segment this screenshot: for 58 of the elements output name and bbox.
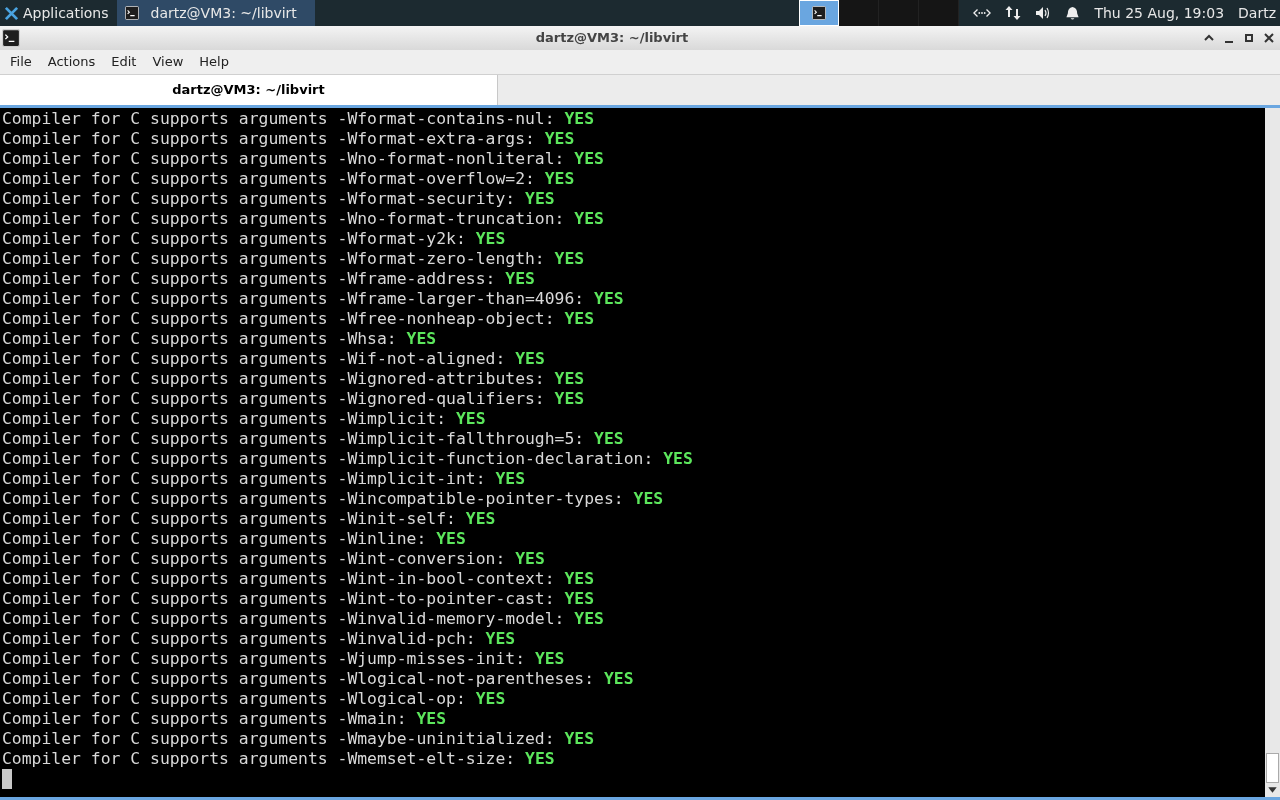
close-icon[interactable] — [1264, 33, 1274, 43]
taskbar-button[interactable]: dartz@VM3: ~/libvirt — [116, 0, 315, 26]
menu-item[interactable]: Edit — [103, 52, 145, 72]
x-logo-icon — [4, 5, 19, 21]
scrollbar[interactable] — [1265, 108, 1280, 797]
terminal-line: Compiler for C supports arguments -Wimplicit-int: YES — [2, 469, 525, 489]
terminal-line: Compiler for C supports arguments -Wint-in-bool-context: YES — [2, 569, 595, 589]
terminal-line: Compiler for C supports arguments -Wformat-zero-length: YES — [2, 249, 585, 269]
terminal-line: Compiler for C supports arguments -Wignored-attributes: YES — [2, 369, 585, 389]
shade-icon[interactable] — [1204, 33, 1214, 43]
terminal-icon — [812, 6, 827, 20]
terminal-line: Compiler for C supports arguments -Wint-to-pointer-cast: YES — [2, 589, 595, 609]
terminal-line: Compiler for C supports arguments -Winit-self: YES — [2, 509, 496, 529]
terminal-line: Compiler for C supports arguments -Wformat-extra-args: YES — [2, 129, 575, 149]
terminal-icon — [2, 29, 20, 47]
menu-item[interactable]: View — [144, 52, 192, 72]
clock[interactable]: Thu 25 Aug, 19:03 — [1094, 2, 1225, 24]
terminal-line: Compiler for C supports arguments -Wimplicit-fallthrough=5: YES — [2, 429, 624, 449]
applications-menu[interactable]: Applications — [0, 0, 113, 26]
terminal-line: Compiler for C supports arguments -Wmaybe-uninitialized: YES — [2, 729, 595, 749]
scrollbar-thumb[interactable] — [1266, 753, 1279, 783]
terminal-line: Compiler for C supports arguments -Wif-not-aligned: YES — [2, 349, 545, 369]
cursor — [2, 769, 12, 789]
user-name[interactable]: Dartz — [1238, 2, 1276, 24]
terminal-line: Compiler for C supports arguments -Wignored-qualifiers: YES — [2, 389, 585, 409]
terminal-line: Compiler for C supports arguments -Wincompatible-pointer-types: YES — [2, 489, 664, 509]
terminal-line: Compiler for C supports arguments -Wfree-nonheap-object: YES — [2, 309, 595, 329]
tab[interactable]: dartz@VM3: ~/libvirt — [0, 75, 498, 105]
terminal-line: Compiler for C supports arguments -Winvalid-pch: YES — [2, 629, 516, 649]
terminal-line: Compiler for C supports arguments -Wmemset-elt-size: YES — [2, 749, 555, 769]
terminal-line: Compiler for C supports arguments -Wno-format-truncation: YES — [2, 209, 604, 229]
menu-item[interactable]: File — [2, 52, 40, 72]
terminal-line: Compiler for C supports arguments -Wlogical-not-parentheses: YES — [2, 669, 634, 689]
bell-icon[interactable] — [1065, 5, 1081, 21]
terminal-line: Compiler for C supports arguments -Wframe-larger-than=4096: YES — [2, 289, 624, 309]
window-title: dartz@VM3: ~/libvirt — [535, 30, 689, 46]
terminal-line: Compiler for C supports arguments -Winline: YES — [2, 529, 466, 549]
terminal-line: Compiler for C supports arguments -Whsa: YES — [2, 329, 437, 349]
terminal-line: Compiler for C supports arguments -Wframe-address: YES — [2, 269, 535, 289]
terminal-line: Compiler for C supports arguments -Wformat-overflow=2: YES — [2, 169, 575, 189]
terminal-line: Compiler for C supports arguments -Wmain: YES — [2, 709, 447, 729]
volume-icon[interactable] — [1035, 5, 1052, 21]
terminal-line: Compiler for C supports arguments -Wimplicit: YES — [2, 409, 486, 429]
transfer-arrows-icon[interactable] — [1005, 5, 1022, 21]
maximize-icon[interactable] — [1244, 33, 1254, 43]
network-icon[interactable] — [973, 7, 992, 19]
terminal-line: Compiler for C supports arguments -Wlogical-op: YES — [2, 689, 506, 709]
menu-item[interactable]: Help — [191, 52, 237, 72]
terminal-line: Compiler for C supports arguments -Wimplicit-function-declaration: YES — [2, 449, 693, 469]
terminal-line: Compiler for C supports arguments -Wjump-misses-init: YES — [2, 649, 565, 669]
terminal-line: Compiler for C supports arguments -Wno-format-nonliteral: YES — [2, 149, 604, 169]
terminal-line: Compiler for C supports arguments -Wint-conversion: YES — [2, 549, 545, 569]
terminal-line: Compiler for C supports arguments -Wformat-security: YES — [2, 189, 555, 209]
terminal-line: Compiler for C supports arguments -Winvalid-memory-model: YES — [2, 609, 604, 629]
terminal-icon — [124, 6, 139, 20]
menu-item[interactable]: Actions — [39, 52, 104, 72]
terminal-line: Compiler for C supports arguments -Wformat-y2k: YES — [2, 229, 506, 249]
terminal-line: Compiler for C supports arguments -Wformat-contains-nul: YES — [2, 109, 595, 129]
